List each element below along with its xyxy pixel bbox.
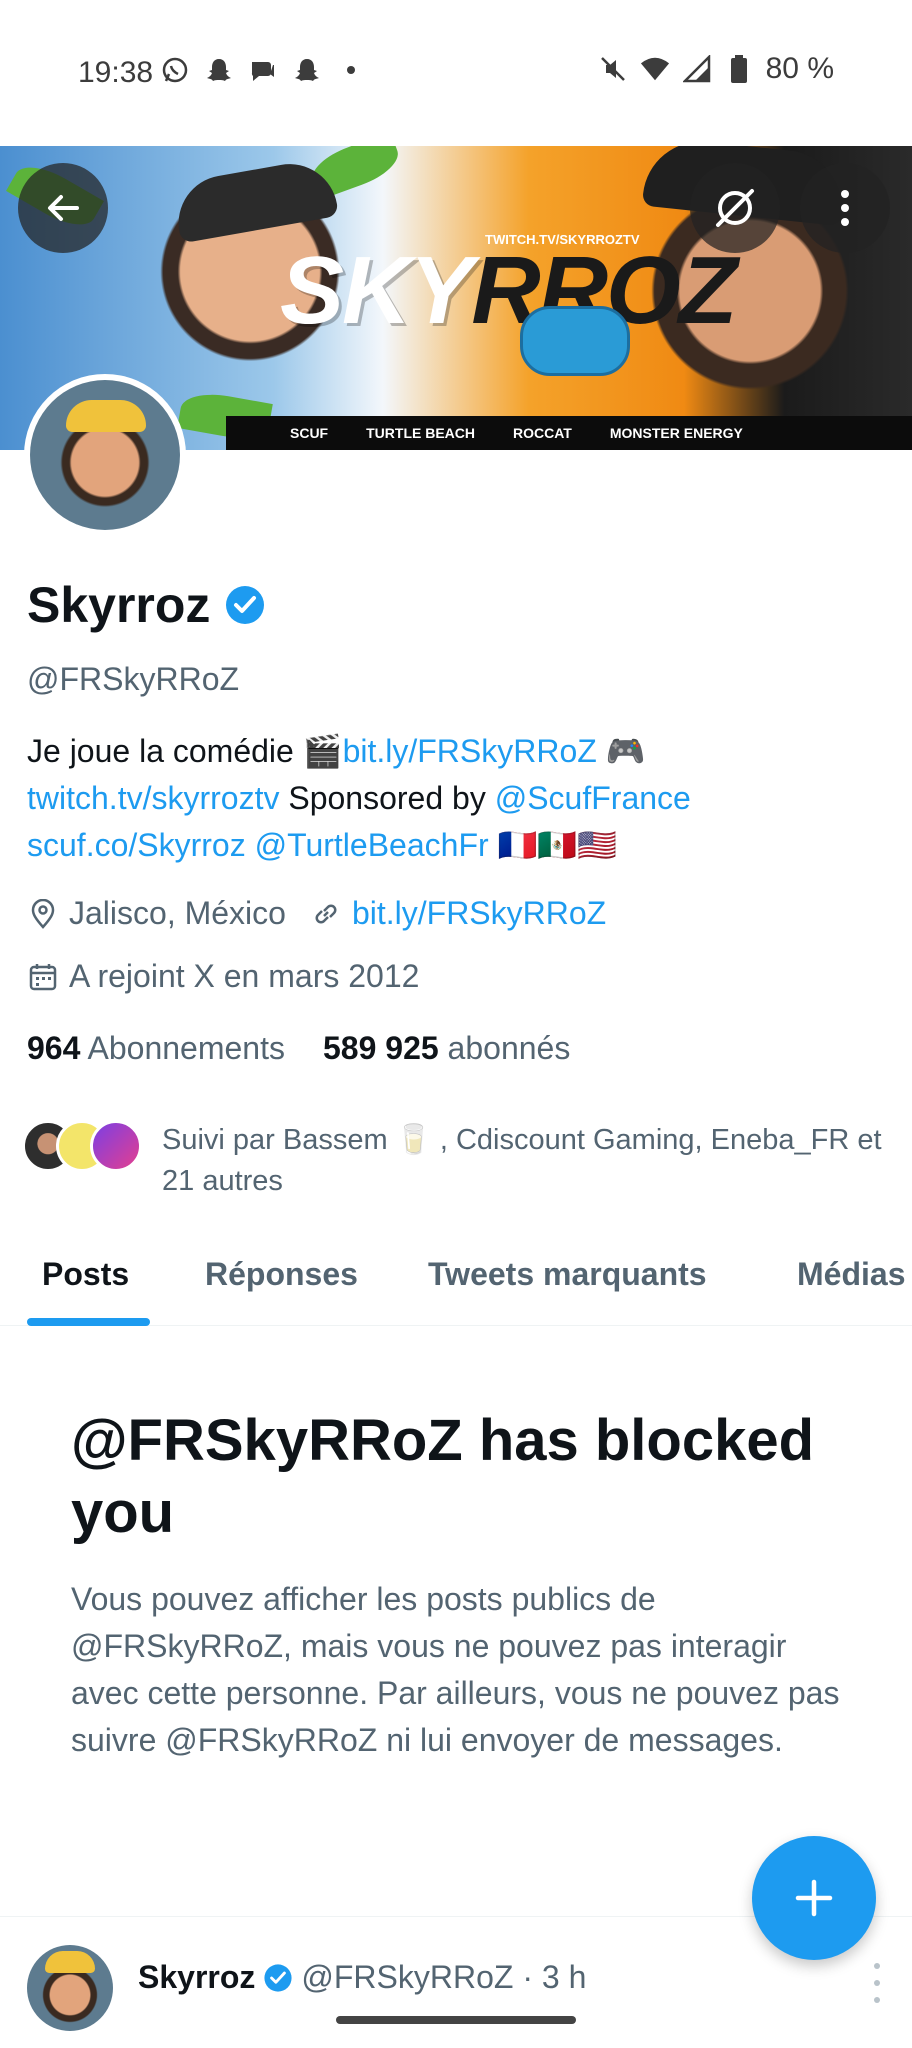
- profile-avatar[interactable]: [24, 374, 186, 536]
- wifi-icon: [640, 54, 670, 84]
- tab-replies[interactable]: Réponses: [205, 1256, 358, 1293]
- bio-link[interactable]: twitch.tv/skyrroztv: [27, 780, 279, 816]
- sponsor-label: ROCCAT: [513, 425, 572, 441]
- bio-text: 🎮: [596, 733, 646, 769]
- profile-joined-date: A rejoint X en mars 2012: [69, 958, 420, 994]
- post-handle-time: @FRSkyRRoZ · 3 h: [301, 1959, 587, 1995]
- compose-post-button[interactable]: [752, 1836, 876, 1960]
- plus-icon: [795, 1879, 833, 1917]
- status-time: 19:38: [78, 56, 154, 89]
- post-more-icon[interactable]: [872, 1963, 882, 2003]
- calendar-icon: [27, 961, 59, 993]
- arrow-left-icon: [48, 195, 79, 221]
- chat-icon: [248, 55, 278, 85]
- mute-account-button[interactable]: [690, 163, 780, 253]
- battery-icon: [724, 54, 754, 84]
- avatar[interactable]: [27, 1945, 113, 2031]
- followed-by-text: Suivi par Bassem 🥛 , Cdiscount Gaming, E…: [162, 1124, 882, 1197]
- verified-badge-icon: [264, 1963, 292, 1992]
- profile-tabs: Posts Réponses Tweets marquants Médias: [0, 1240, 912, 1326]
- bio-text: Je joue la comédie 🎬: [27, 733, 343, 769]
- bio-link[interactable]: scuf.co/Skyrroz: [27, 827, 246, 863]
- location-pin-icon: [27, 898, 59, 930]
- avatar: [90, 1120, 142, 1172]
- back-button[interactable]: [18, 163, 108, 253]
- battery-percent: 80 %: [765, 52, 834, 85]
- snapchat-icon: [292, 55, 322, 85]
- bio-mention[interactable]: @TurtleBeachFr: [255, 827, 489, 863]
- blocked-description: Vous pouvez afficher les posts publics d…: [71, 1581, 840, 1758]
- dot-icon: [336, 55, 366, 85]
- profile-handle: @FRSkyRRoZ: [27, 661, 240, 697]
- home-indicator[interactable]: [336, 2016, 576, 2024]
- bio-link[interactable]: bit.ly/FRSkyRRoZ: [343, 733, 597, 769]
- notification-icons: [160, 55, 366, 85]
- followed-by-avatars: [22, 1120, 142, 1172]
- bio-text: [246, 827, 255, 863]
- bio-mention[interactable]: @ScufFrance: [495, 780, 691, 816]
- system-icons: 80 %: [598, 52, 834, 86]
- tab-highlights[interactable]: Tweets marquants: [428, 1256, 707, 1293]
- banner-logo-text: SKYRROZ: [280, 237, 737, 344]
- tab-media[interactable]: Médias: [797, 1256, 905, 1293]
- link-icon: [310, 898, 342, 930]
- following-link[interactable]: 964 Abonnements: [27, 1030, 285, 1067]
- followers-link[interactable]: 589 925 abonnés: [323, 1030, 570, 1067]
- profile-name: Skyrroz: [27, 576, 266, 634]
- snapchat-icon: [204, 55, 234, 85]
- verified-badge-icon[interactable]: [224, 584, 266, 626]
- banner-controller: [520, 306, 630, 376]
- profile-location-row: Jalisco, México bit.ly/FRSkyRRoZ: [27, 895, 606, 932]
- sponsor-label: TURTLE BEACH: [366, 425, 476, 441]
- whatsapp-icon: [160, 55, 190, 85]
- more-options-button[interactable]: [800, 163, 890, 253]
- profile-joined-row: A rejoint X en mars 2012: [27, 958, 419, 995]
- bio-text: Sponsored by: [279, 780, 495, 816]
- sponsor-label: MONSTER ENERGY: [609, 425, 743, 441]
- bio-text: 🇫🇷🇲🇽🇺🇸: [488, 827, 618, 863]
- banner-sponsors: SCUF TURTLE BEACH ROCCAT MONSTER ENERGY: [226, 416, 912, 450]
- profile-location: Jalisco, México: [69, 895, 286, 931]
- profile-name-text: Skyrroz: [27, 577, 211, 633]
- more-vertical-icon: [841, 190, 849, 226]
- signal-icon: [682, 54, 712, 84]
- post-header: Skyrroz @FRSkyRRoZ · 3 h: [138, 1959, 586, 1996]
- post-author-name: Skyrroz: [138, 1959, 256, 1995]
- blocked-title: @FRSkyRRoZ has blocked you: [71, 1408, 815, 1545]
- profile-bio: Je joue la comédie 🎬bit.ly/FRSkyRRoZ 🎮 t…: [27, 728, 897, 869]
- block-circle-icon: [716, 189, 754, 227]
- sponsor-label: SCUF: [290, 425, 329, 441]
- followed-by-row[interactable]: Suivi par Bassem 🥛 , Cdiscount Gaming, E…: [22, 1120, 902, 1202]
- follow-counts: 964 Abonnements 589 925 abonnés: [27, 1030, 570, 1067]
- tab-posts[interactable]: Posts: [42, 1256, 129, 1293]
- profile-website-link[interactable]: bit.ly/FRSkyRRoZ: [352, 895, 606, 932]
- status-bar: 19:38 80 %: [0, 0, 912, 146]
- avatar-image: [30, 380, 180, 530]
- mute-icon: [598, 54, 628, 84]
- active-tab-indicator: [27, 1318, 150, 1326]
